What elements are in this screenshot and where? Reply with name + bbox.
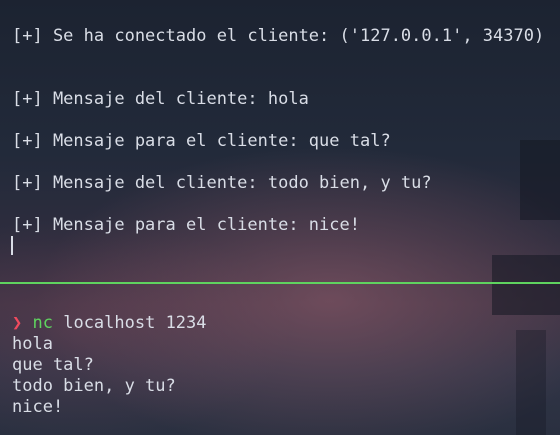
command-line: ❯ nc localhost 1234 — [12, 313, 207, 334]
server-log-line: [+] Mensaje del cliente: todo bien, y tu… — [12, 173, 432, 193]
server-log-line: [+] Mensaje para el cliente: que tal? — [12, 131, 391, 151]
client-output-line: todo bien, y tu? — [12, 376, 176, 396]
text-cursor — [11, 236, 13, 255]
server-terminal-pane[interactable]: [+] Se ha conectado el cliente: ('127.0.… — [0, 0, 560, 282]
client-output-line: nice! — [12, 397, 64, 417]
client-output-line: que tal? — [12, 355, 94, 375]
server-log-line: [+] Mensaje del cliente: hola — [12, 89, 309, 109]
command-name: nc — [32, 313, 53, 333]
client-output-line: hola — [12, 334, 53, 354]
client-terminal-pane[interactable]: ❯ nc localhost 1234 hola que tal? todo b… — [0, 285, 560, 435]
server-log-line: [+] Mensaje para el cliente: nice! — [12, 215, 360, 235]
prompt-chevron-icon: ❯ — [12, 313, 23, 333]
server-log-line: [+] Se ha conectado el cliente: ('127.0.… — [12, 26, 545, 46]
command-args: localhost 1234 — [52, 313, 207, 333]
pane-divider[interactable] — [0, 282, 560, 284]
